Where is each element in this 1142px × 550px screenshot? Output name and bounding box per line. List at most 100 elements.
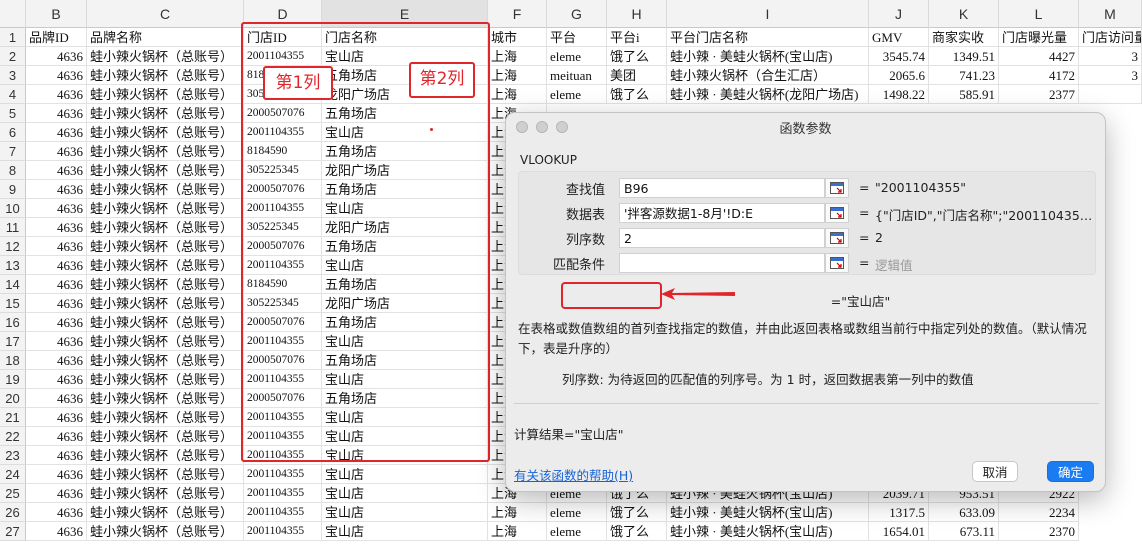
range-picker-icon[interactable] [825, 178, 849, 198]
platform-i-cell[interactable]: 饿了么 [607, 503, 667, 522]
brand-name-cell[interactable]: 蛙小辣火锅杯（总账号） [87, 161, 244, 180]
brand-id-cell[interactable]: 4636 [26, 199, 87, 218]
brand-name-cell[interactable]: 蛙小辣火锅杯（总账号） [87, 313, 244, 332]
brand-id-cell[interactable]: 4636 [26, 503, 87, 522]
merchant-income-cell[interactable]: 585.91 [929, 85, 999, 104]
store-name-cell[interactable]: 宝山店 [322, 408, 488, 427]
column-header-k[interactable]: K [929, 0, 999, 28]
header-cell-h[interactable]: 平台i [607, 28, 667, 47]
brand-id-cell[interactable]: 4636 [26, 522, 87, 541]
store-id-cell[interactable]: 2000507076 [244, 313, 322, 332]
store-id-cell[interactable]: 305225345 [244, 294, 322, 313]
row-header[interactable]: 3 [0, 66, 26, 85]
row-header[interactable]: 12 [0, 237, 26, 256]
visits-cell[interactable] [1079, 85, 1142, 104]
store-name-cell[interactable]: 宝山店 [322, 332, 488, 351]
store-id-cell[interactable]: 2001104355 [244, 408, 322, 427]
store-id-cell[interactable]: 2001104355 [244, 199, 322, 218]
brand-name-cell[interactable]: 蛙小辣火锅杯（总账号） [87, 370, 244, 389]
store-id-cell[interactable]: 2000507076 [244, 180, 322, 199]
row-header[interactable]: 18 [0, 351, 26, 370]
brand-id-cell[interactable]: 4636 [26, 237, 87, 256]
store-name-cell[interactable]: 宝山店 [322, 370, 488, 389]
store-id-cell[interactable]: 305225345 [244, 218, 322, 237]
exposure-cell[interactable]: 2234 [999, 503, 1079, 522]
merchant-income-cell[interactable]: 633.09 [929, 503, 999, 522]
brand-id-cell[interactable]: 4636 [26, 351, 87, 370]
row-header[interactable]: 9 [0, 180, 26, 199]
platform-cell[interactable]: meituan [547, 66, 607, 85]
store-id-cell[interactable]: 2001104355 [244, 47, 322, 66]
platform-cell[interactable]: eleme [547, 522, 607, 541]
range-picker-icon[interactable] [825, 253, 849, 273]
brand-name-cell[interactable]: 蛙小辣火锅杯（总账号） [87, 465, 244, 484]
store-name-cell[interactable]: 五角场店 [322, 104, 488, 123]
brand-id-cell[interactable]: 4636 [26, 427, 87, 446]
store-id-cell[interactable]: 2001104355 [244, 465, 322, 484]
select-all-corner[interactable] [0, 0, 26, 28]
range-lookup-input[interactable] [619, 253, 825, 273]
store-name-cell[interactable]: 五角场店 [322, 142, 488, 161]
header-cell-d[interactable]: 门店ID [244, 28, 322, 47]
header-cell-f[interactable]: 城市 [488, 28, 547, 47]
merchant-income-cell[interactable]: 673.11 [929, 522, 999, 541]
store-name-cell[interactable]: 宝山店 [322, 123, 488, 142]
platform-i-cell[interactable]: 饿了么 [607, 47, 667, 66]
brand-name-cell[interactable]: 蛙小辣火锅杯（总账号） [87, 85, 244, 104]
row-header[interactable]: 17 [0, 332, 26, 351]
brand-name-cell[interactable]: 蛙小辣火锅杯（总账号） [87, 47, 244, 66]
column-header-l[interactable]: L [999, 0, 1079, 28]
header-cell-m[interactable]: 门店访问量 [1079, 28, 1142, 47]
brand-id-cell[interactable]: 4636 [26, 294, 87, 313]
store-id-cell[interactable]: 2001104355 [244, 484, 322, 503]
ok-button[interactable]: 确定 [1047, 461, 1094, 482]
store-name-cell[interactable]: 宝山店 [322, 427, 488, 446]
gmv-cell[interactable]: 2065.6 [869, 66, 929, 85]
store-id-cell[interactable]: 2000507076 [244, 351, 322, 370]
brand-name-cell[interactable]: 蛙小辣火锅杯（总账号） [87, 199, 244, 218]
platform-cell[interactable]: eleme [547, 47, 607, 66]
row-header[interactable]: 13 [0, 256, 26, 275]
row-header[interactable]: 11 [0, 218, 26, 237]
header-cell-c[interactable]: 品牌名称 [87, 28, 244, 47]
header-cell-e[interactable]: 门店名称 [322, 28, 488, 47]
brand-name-cell[interactable]: 蛙小辣火锅杯（总账号） [87, 446, 244, 465]
store-id-cell[interactable]: 2001104355 [244, 427, 322, 446]
brand-id-cell[interactable]: 4636 [26, 47, 87, 66]
column-header-i[interactable]: I [667, 0, 869, 28]
row-header[interactable]: 8 [0, 161, 26, 180]
column-header-g[interactable]: G [547, 0, 607, 28]
store-name-cell[interactable]: 五角场店 [322, 313, 488, 332]
store-name-cell[interactable]: 宝山店 [322, 503, 488, 522]
column-header-h[interactable]: H [607, 0, 667, 28]
brand-name-cell[interactable]: 蛙小辣火锅杯（总账号） [87, 123, 244, 142]
dialog-titlebar[interactable]: 函数参数 [506, 113, 1105, 141]
platform-i-cell[interactable]: 美团 [607, 66, 667, 85]
platform-store-name-cell[interactable]: 蛙小辣 · 美蛙火锅杯(宝山店) [667, 47, 869, 66]
platform-store-name-cell[interactable]: 蛙小辣 · 美蛙火锅杯(宝山店) [667, 522, 869, 541]
brand-id-cell[interactable]: 4636 [26, 408, 87, 427]
gmv-cell[interactable]: 1317.5 [869, 503, 929, 522]
column-header-f[interactable]: F [488, 0, 547, 28]
cancel-button[interactable]: 取消 [972, 461, 1018, 482]
brand-name-cell[interactable]: 蛙小辣火锅杯（总账号） [87, 427, 244, 446]
row-header[interactable]: 14 [0, 275, 26, 294]
city-cell[interactable]: 上海 [488, 47, 547, 66]
row-header[interactable]: 6 [0, 123, 26, 142]
brand-name-cell[interactable]: 蛙小辣火锅杯（总账号） [87, 408, 244, 427]
row-header[interactable]: 21 [0, 408, 26, 427]
city-cell[interactable]: 上海 [488, 66, 547, 85]
store-name-cell[interactable]: 五角场店 [322, 389, 488, 408]
exposure-cell[interactable]: 4427 [999, 47, 1079, 66]
row-header[interactable]: 4 [0, 85, 26, 104]
range-picker-icon[interactable] [825, 228, 849, 248]
column-header-d[interactable]: D [244, 0, 322, 28]
store-name-cell[interactable]: 五角场店 [322, 275, 488, 294]
col-index-input[interactable]: 2 [619, 228, 825, 248]
brand-name-cell[interactable]: 蛙小辣火锅杯（总账号） [87, 332, 244, 351]
brand-id-cell[interactable]: 4636 [26, 104, 87, 123]
visits-cell[interactable]: 3 [1079, 66, 1142, 85]
row-header[interactable]: 22 [0, 427, 26, 446]
gmv-cell[interactable]: 1498.22 [869, 85, 929, 104]
column-header-b[interactable]: B [26, 0, 87, 28]
